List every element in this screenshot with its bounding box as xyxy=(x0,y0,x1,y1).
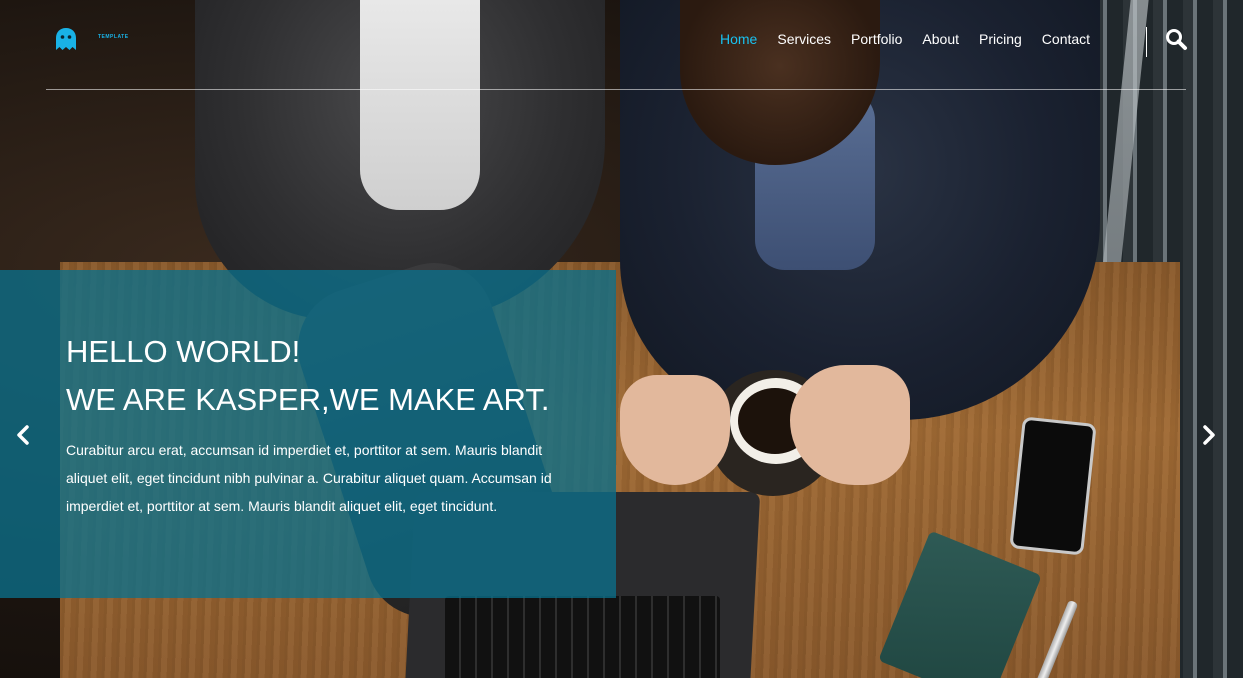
site-header: TEMPLATE Home Services Portfolio About P… xyxy=(0,0,1243,90)
header-divider-line xyxy=(46,89,1186,90)
nav-item-services[interactable]: Services xyxy=(777,31,831,47)
nav-item-pricing[interactable]: Pricing xyxy=(979,31,1022,47)
ghost-icon xyxy=(56,28,76,50)
logo-text: TEMPLATE xyxy=(98,34,129,40)
hero-caption-box: HELLO WORLD! WE ARE KASPER,WE MAKE ART. … xyxy=(0,270,616,598)
nav-item-contact[interactable]: Contact xyxy=(1042,31,1090,47)
hero-description: Curabitur arcu erat, accumsan id imperdi… xyxy=(66,442,552,514)
nav-divider xyxy=(1146,27,1147,57)
chevron-right-icon xyxy=(1203,425,1215,445)
hero-title-line-2: WE ARE KASPER,WE MAKE ART. xyxy=(66,382,550,417)
search-button[interactable] xyxy=(1164,28,1188,52)
site-logo[interactable]: TEMPLATE xyxy=(56,28,129,50)
nav-item-home[interactable]: Home xyxy=(720,31,757,47)
hero-title: HELLO WORLD! WE ARE KASPER,WE MAKE ART. xyxy=(66,328,550,424)
nav-item-about[interactable]: About xyxy=(922,31,959,47)
nav-item-portfolio[interactable]: Portfolio xyxy=(851,31,902,47)
search-icon xyxy=(1166,29,1187,50)
slider-next-button[interactable] xyxy=(1199,424,1219,446)
slider-prev-button[interactable] xyxy=(13,424,33,446)
main-nav: Home Services Portfolio About Pricing Co… xyxy=(720,31,1090,47)
chevron-left-icon xyxy=(17,425,29,445)
hero-title-line-1: HELLO WORLD! xyxy=(66,334,301,369)
